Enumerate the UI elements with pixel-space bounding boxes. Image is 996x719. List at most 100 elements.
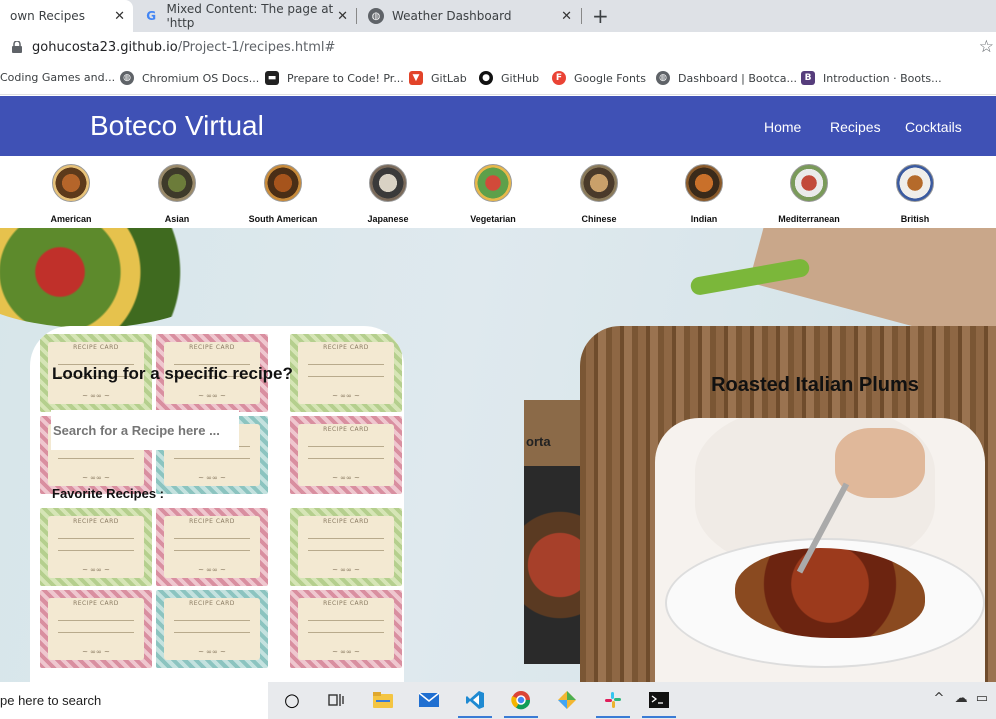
recipe-card-image: RECIPE CARD~ ∞∞ ~ — [290, 334, 402, 412]
bootstrap-icon: B — [801, 71, 815, 85]
recipe-search-input[interactable] — [51, 410, 239, 450]
new-tab-button[interactable]: + — [592, 4, 609, 28]
recipe-card-image: RECIPE CARD~ ∞∞ ~ — [156, 590, 268, 668]
category-label: Chinese — [581, 214, 617, 224]
fonts-icon: F — [552, 71, 566, 85]
bookmark-label: Dashboard | Bootca... — [678, 71, 797, 85]
github-icon: ● — [479, 71, 493, 85]
chrome-icon[interactable] — [504, 688, 538, 718]
nav-cocktails-link[interactable]: Cocktails — [905, 119, 962, 135]
recipe-card-image: RECIPE CARD~ ∞∞ ~ — [290, 590, 402, 668]
bookmark-google-fonts[interactable]: F Google Fonts — [552, 71, 646, 85]
bookmark-gitlab[interactable]: ▼ GitLab — [409, 71, 467, 85]
tab-title: Weather Dashboard — [392, 9, 512, 23]
category-japanese[interactable]: Japanese — [333, 164, 443, 224]
tab-divider — [581, 8, 582, 24]
address-bar[interactable]: gohucosta23.github.io/Project-1/recipes.… — [0, 32, 996, 64]
category-image — [896, 164, 934, 202]
search-card: RECIPE CARD ~ ∞∞ ~ RECIPE CARD ~ ∞∞ ~ RECI… — [30, 326, 404, 682]
bookmark-github[interactable]: ● GitHub — [479, 71, 539, 85]
category-asian[interactable]: Asian — [122, 164, 232, 224]
arm-shape — [835, 428, 925, 498]
nav-recipes-link[interactable]: Recipes — [830, 119, 881, 135]
file-explorer-icon[interactable] — [370, 688, 396, 712]
tab-recipes[interactable]: own Recipes ✕ — [0, 0, 133, 32]
globe-icon: ◍ — [656, 71, 670, 85]
bookmark-prepare-to-code[interactable]: ▬ Prepare to Code! Pr... — [265, 71, 404, 85]
mail-icon[interactable] — [416, 688, 442, 712]
diamond-app-icon[interactable] — [554, 688, 580, 712]
recipe-image — [655, 418, 985, 682]
recipe-card-image: RECIPE CARD~ ∞∞ ~ — [156, 508, 268, 586]
recipe-card-image: RECIPE CARD~ ∞∞ ~ — [290, 416, 402, 494]
favorites-label: Favorite Recipes : — [52, 486, 164, 501]
site-navbar: Boteco Virtual Home Recipes Cocktails — [0, 96, 996, 156]
globe-icon: ◍ — [120, 71, 134, 85]
url-path: /Project-1/recipes.html# — [177, 40, 336, 55]
google-icon: G — [146, 9, 157, 23]
url-text[interactable]: gohucosta23.github.io/Project-1/recipes.… — [32, 40, 335, 55]
search-heading: Looking for a specific recipe? — [52, 364, 293, 383]
salad-decoration — [0, 228, 240, 328]
category-image — [580, 164, 618, 202]
bookmark-label: Prepare to Code! Pr... — [287, 71, 404, 85]
category-vegetarian[interactable]: Vegetarian — [438, 164, 548, 224]
hero-background: RECIPE CARD ~ ∞∞ ~ RECIPE CARD ~ ∞∞ ~ RECI… — [0, 228, 996, 682]
bookmark-star-icon[interactable]: ☆ — [979, 37, 994, 57]
recipe-title: Roasted Italian Plums — [711, 374, 919, 396]
category-label: Indian — [690, 214, 718, 224]
back-recipe-card[interactable]: orta — [524, 400, 584, 664]
category-mediterranean[interactable]: Mediterranean — [754, 164, 864, 224]
book-icon: ▬ — [265, 71, 279, 85]
network-icon[interactable]: ▭ — [976, 691, 988, 706]
category-strip: American Asian South American Japanese V… — [0, 156, 996, 228]
category-label: British — [900, 214, 930, 224]
terminal-icon[interactable] — [642, 688, 676, 718]
browser-tab-bar: own Recipes ✕ G Mixed Content: The page … — [0, 0, 996, 32]
category-label: Asian — [164, 214, 190, 224]
taskbar-search-box[interactable]: pe here to search — [0, 682, 268, 719]
system-tray[interactable]: ^ ☁ ▭ — [934, 691, 988, 706]
category-south-american[interactable]: South American — [228, 164, 338, 224]
nav-home-link[interactable]: Home — [764, 119, 801, 135]
bookmark-label: Chromium OS Docs... — [142, 71, 260, 85]
tab-mixed-content[interactable]: G Mixed Content: The page at 'http ✕ — [134, 0, 356, 32]
vscode-icon[interactable] — [458, 688, 492, 718]
close-icon[interactable]: ✕ — [114, 9, 125, 24]
cortana-icon[interactable]: ○ — [279, 688, 305, 712]
category-label: Japanese — [367, 214, 409, 224]
globe-icon: ◍ — [368, 8, 384, 24]
gitlab-icon: ▼ — [409, 71, 423, 85]
tab-weather-dashboard[interactable]: ◍ Weather Dashboard ✕ — [358, 0, 580, 32]
category-image — [52, 164, 90, 202]
category-label: Mediterranean — [778, 214, 840, 224]
category-indian[interactable]: Indian — [649, 164, 759, 224]
category-image — [685, 164, 723, 202]
bookmark-dashboard[interactable]: ◍ Dashboard | Bootca... — [656, 71, 797, 85]
task-view-icon[interactable] — [323, 688, 349, 712]
category-british[interactable]: British — [860, 164, 970, 224]
tab-title: own Recipes — [10, 9, 85, 23]
close-icon[interactable]: ✕ — [561, 9, 572, 24]
category-chinese[interactable]: Chinese — [544, 164, 654, 224]
slack-icon[interactable] — [596, 688, 630, 718]
recipe-card-image: RECIPE CARD~ ∞∞ ~ — [290, 508, 402, 586]
category-american[interactable]: American — [16, 164, 126, 224]
url-host: gohucosta23.github.io — [32, 40, 178, 55]
bookmark-chromium-os[interactable]: ◍ Chromium OS Docs... — [120, 71, 259, 85]
bookmark-coding-games[interactable]: Coding Games and... — [0, 71, 115, 84]
back-recipe-title: orta — [526, 434, 551, 449]
bookmark-bootstrap[interactable]: B Introduction · Boots... — [801, 71, 942, 85]
category-label: American — [50, 214, 92, 224]
close-icon[interactable]: ✕ — [337, 9, 348, 24]
windows-taskbar: pe here to search ○ ^ ☁ ▭ — [0, 682, 996, 719]
bookmarks-bar: Coding Games and... ◍ Chromium OS Docs..… — [0, 64, 996, 95]
site-brand[interactable]: Boteco Virtual — [90, 110, 264, 142]
tray-chevron-icon[interactable]: ^ — [934, 691, 945, 706]
onedrive-icon[interactable]: ☁ — [955, 691, 968, 706]
featured-recipe-card[interactable]: Roasted Italian Plums — [580, 326, 996, 682]
bookmark-label: Google Fonts — [574, 71, 646, 85]
bookmark-label: Coding Games and... — [0, 71, 116, 84]
category-image — [158, 164, 196, 202]
category-image — [474, 164, 512, 202]
